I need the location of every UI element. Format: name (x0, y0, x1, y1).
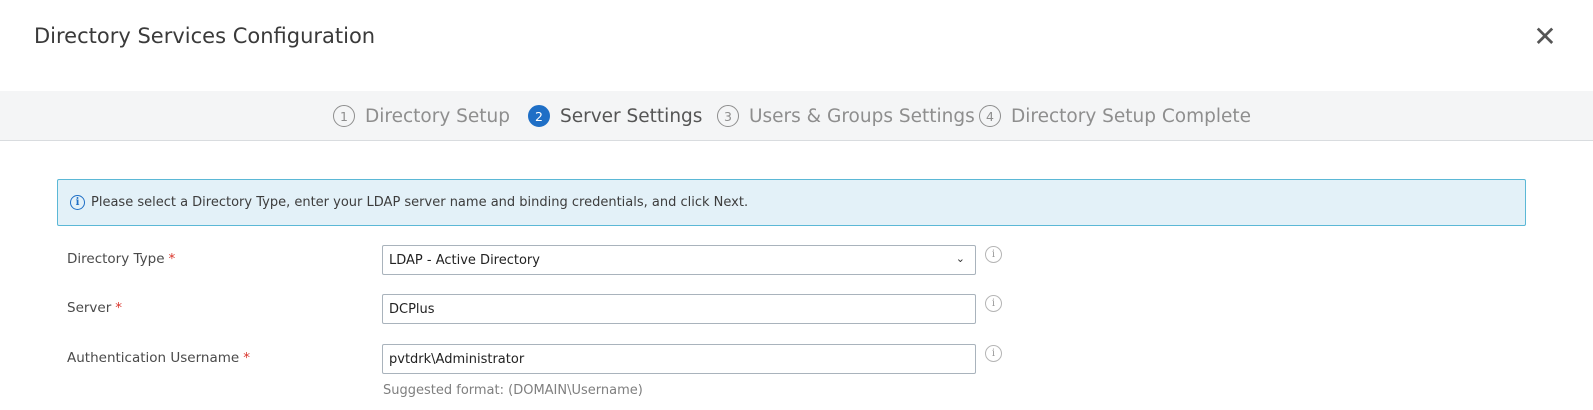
auth-username-value: pvtdrk\Administrator (389, 351, 525, 367)
wizard-steps: 1 Directory Setup 2 Server Settings 3 Us… (0, 91, 1593, 141)
step-number: 3 (717, 105, 739, 127)
server-label: Server * (67, 300, 123, 316)
step-users-groups-settings[interactable]: 3 Users & Groups Settings (717, 104, 975, 128)
info-message: Please select a Directory Type, enter yo… (91, 195, 749, 210)
help-info-icon[interactable]: i (985, 246, 1002, 263)
help-info-icon[interactable]: i (985, 345, 1002, 362)
auth-username-hint: Suggested format: (DOMAIN\Username) (383, 383, 643, 398)
server-value: DCPlus (389, 301, 435, 317)
step-server-settings[interactable]: 2 Server Settings (528, 104, 702, 128)
server-row: Server * DCPlus i (0, 294, 1593, 324)
step-number: 2 (528, 105, 550, 127)
info-banner: i Please select a Directory Type, enter … (57, 179, 1526, 226)
directory-type-label: Directory Type * (67, 251, 176, 267)
server-input[interactable]: DCPlus (382, 294, 976, 324)
step-label: Directory Setup (365, 105, 510, 127)
auth-username-label: Authentication Username * (67, 350, 250, 366)
step-label: Directory Setup Complete (1011, 105, 1252, 127)
directory-type-select[interactable]: LDAP - Active Directory ⌄ (382, 245, 976, 275)
info-icon: i (70, 195, 85, 210)
step-directory-setup-complete[interactable]: 4 Directory Setup Complete (979, 104, 1251, 128)
step-label: Users & Groups Settings (749, 105, 975, 127)
required-marker: * (243, 350, 250, 366)
step-label: Server Settings (560, 105, 703, 127)
auth-username-row: Authentication Username * pvtdrk\Administ… (0, 344, 1593, 374)
help-info-icon[interactable]: i (985, 295, 1002, 312)
dialog-title: Directory Services Configuration (34, 24, 376, 48)
required-marker: * (115, 300, 123, 316)
chevron-down-icon: ⌄ (955, 252, 965, 265)
directory-type-row: Directory Type * LDAP - Active Directory … (0, 245, 1593, 275)
step-number: 1 (333, 105, 355, 127)
close-icon[interactable]: ✕ (1533, 23, 1557, 52)
required-marker: * (168, 251, 176, 267)
auth-username-input[interactable]: pvtdrk\Administrator (382, 344, 976, 374)
step-directory-setup[interactable]: 1 Directory Setup (333, 104, 510, 128)
step-number: 4 (979, 105, 1001, 127)
directory-type-value: LDAP - Active Directory (389, 252, 540, 268)
